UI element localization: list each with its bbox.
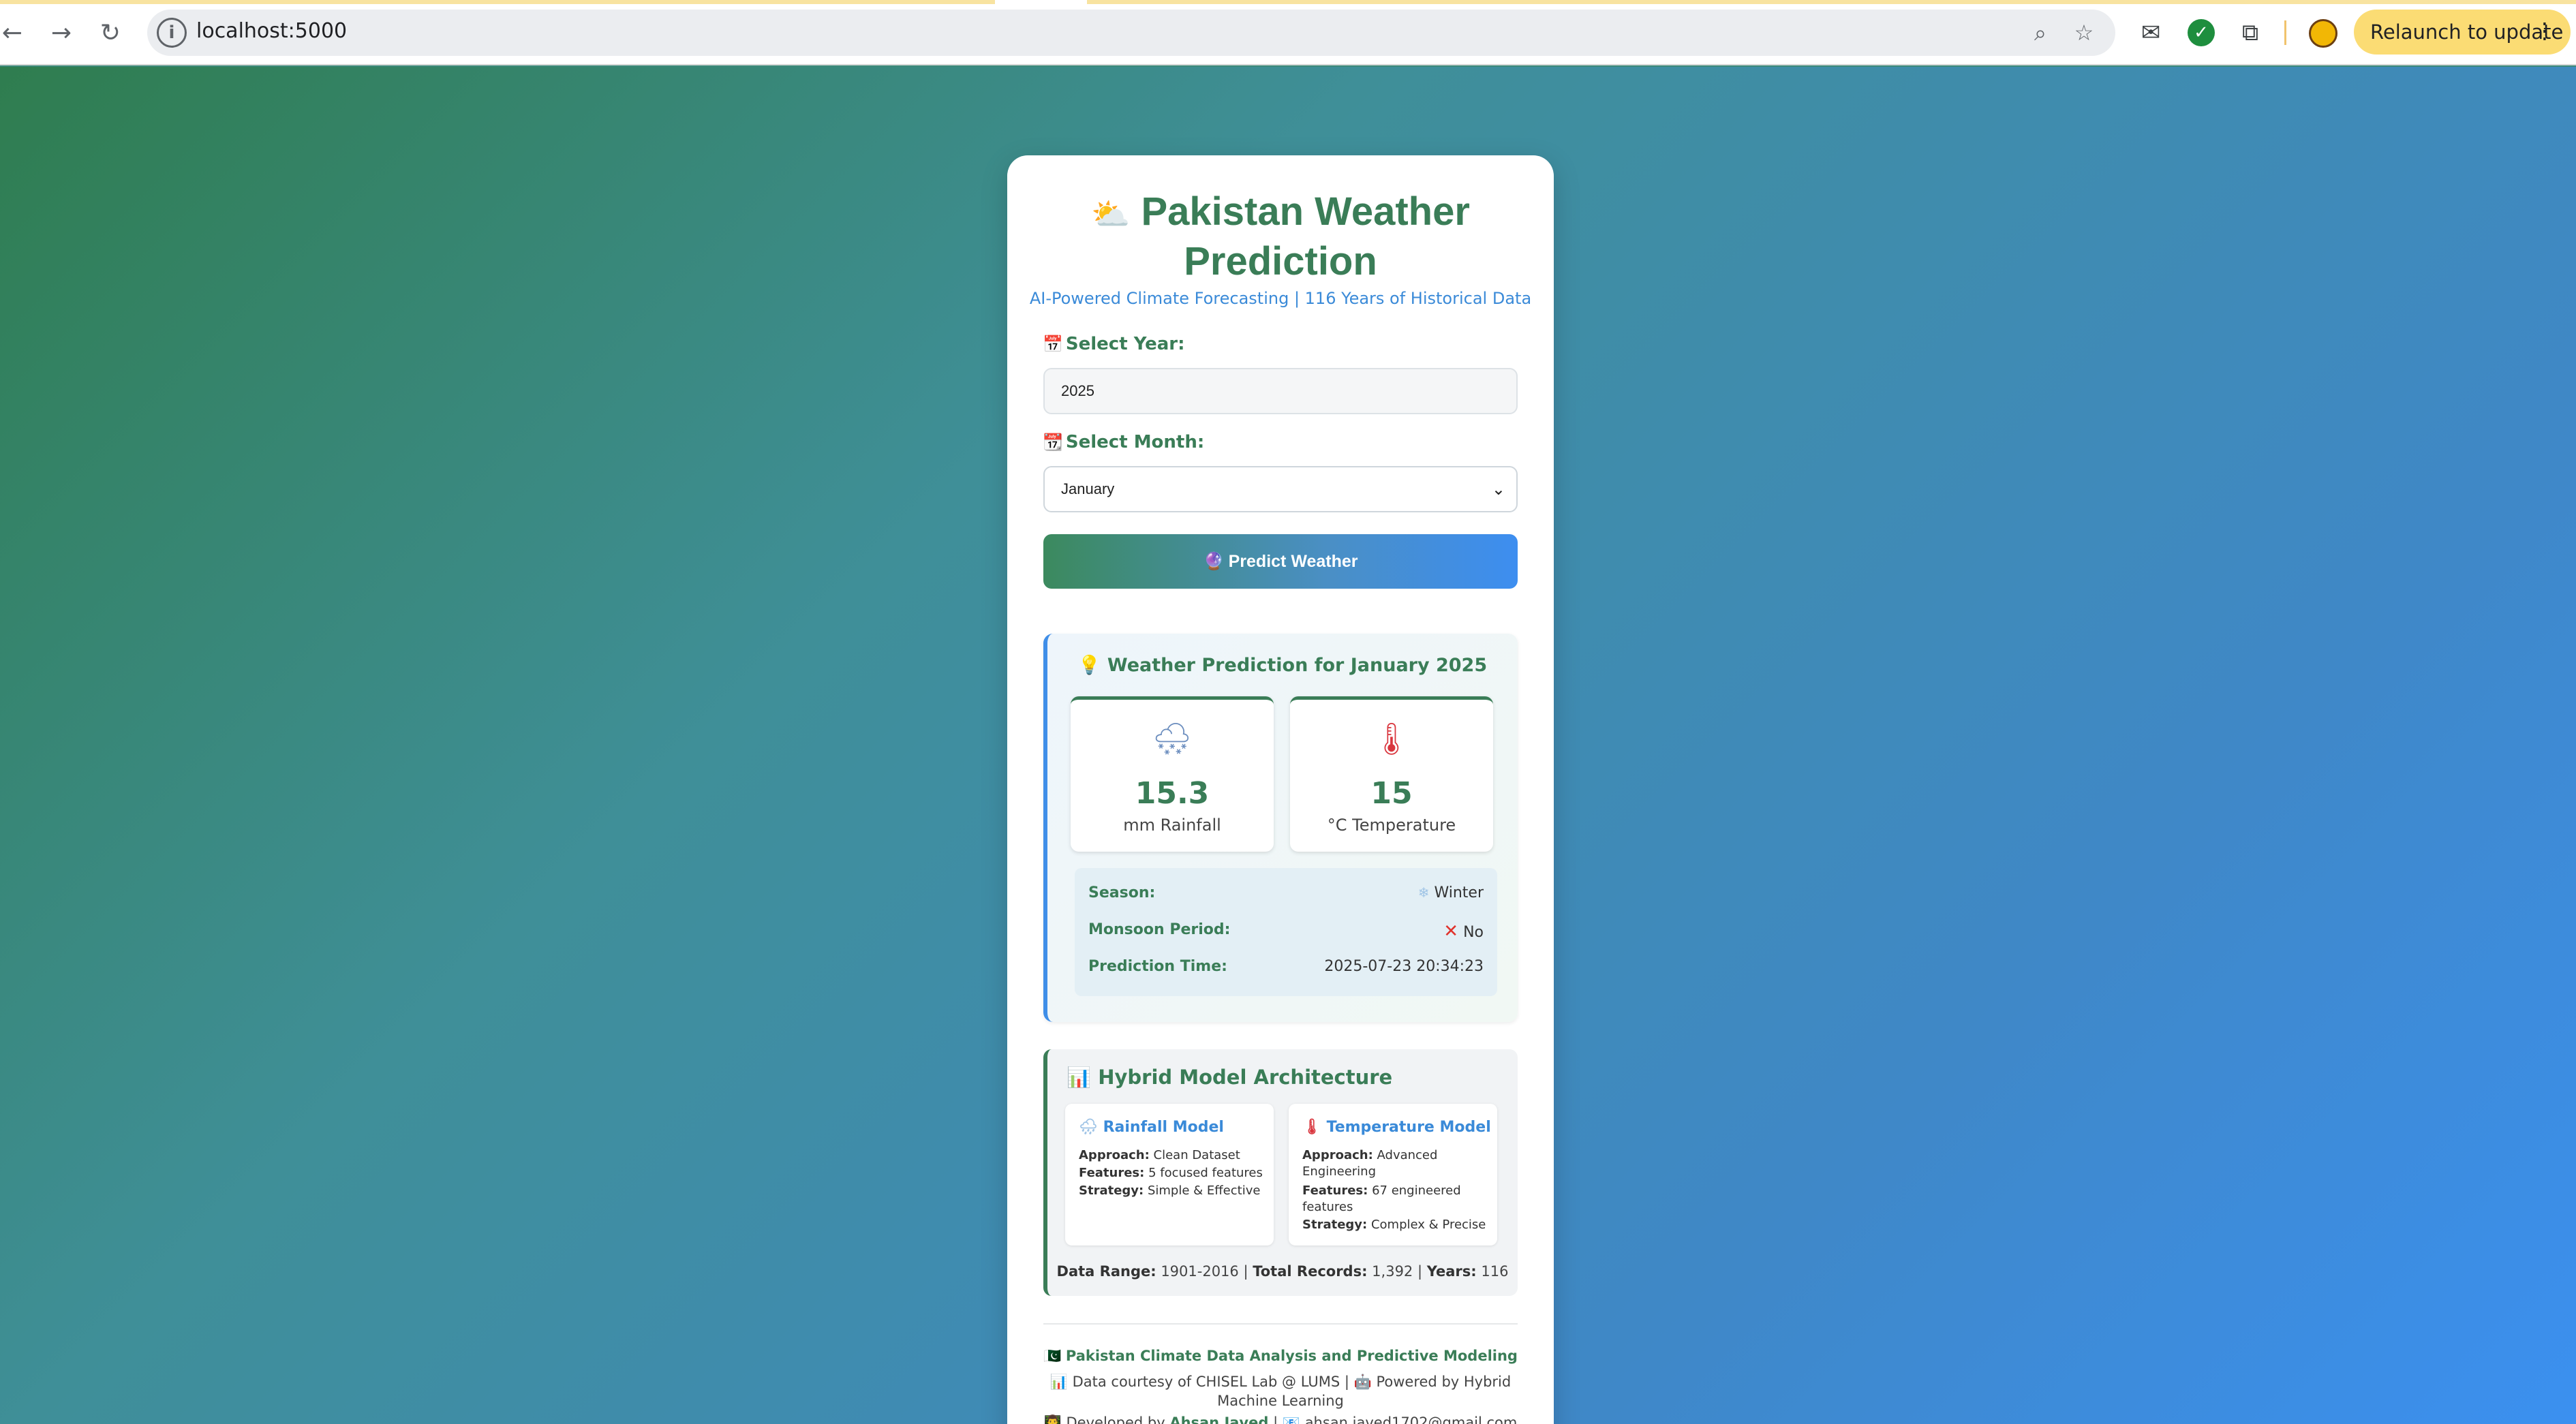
prediction-result-panel: 💡 Weather Prediction for January 2025 🌨 … bbox=[1043, 634, 1518, 1022]
reload-icon[interactable]: ↻ bbox=[91, 14, 129, 52]
thermometer-icon: 🌡 bbox=[1371, 720, 1412, 757]
footer-heading: 🇵🇰 Pakistan Climate Data Analysis and Pr… bbox=[1043, 1348, 1518, 1364]
temperature-metric: 🌡 15 °C Temperature bbox=[1290, 696, 1493, 852]
main-card: ⛅ Pakistan Weather Prediction AI-Powered… bbox=[1007, 155, 1554, 1424]
temperature-model-card: 🌡 Temperature Model Approach: Advanced E… bbox=[1289, 1104, 1497, 1245]
prediction-details: Season: ❄ Winter Monsoon Period: ✕ No Pr… bbox=[1075, 868, 1497, 996]
rain-cloud-icon: 🌨 bbox=[1152, 720, 1193, 757]
crystal-ball-icon: 🔮 bbox=[1203, 551, 1225, 571]
pakistan-flag-icon: 🇵🇰 bbox=[1043, 1348, 1062, 1364]
rainfall-label: mm Rainfall bbox=[1123, 816, 1221, 835]
calendar-icon: 📆 bbox=[1043, 433, 1063, 452]
month-select[interactable]: January ⌄ bbox=[1043, 466, 1518, 512]
year-label: 📅 Select Year: bbox=[1043, 334, 1185, 354]
back-icon[interactable]: ← bbox=[0, 14, 31, 52]
url-text[interactable]: localhost:5000 bbox=[196, 19, 347, 43]
relaunch-button[interactable]: Relaunch to update ⋮ bbox=[2354, 10, 2571, 55]
check-extension-icon[interactable]: ✓ bbox=[2188, 19, 2215, 46]
architecture-title: 📊 Hybrid Model Architecture bbox=[1067, 1066, 1393, 1089]
rainfall-metric: 🌨 15.3 mm Rainfall bbox=[1071, 696, 1274, 852]
bar-chart-icon: 📊 bbox=[1067, 1066, 1092, 1089]
developer-icon: 👨‍💻 bbox=[1043, 1414, 1062, 1424]
forward-icon[interactable]: → bbox=[42, 14, 80, 52]
month-label: 📆 Select Month: bbox=[1043, 432, 1205, 452]
architecture-panel: 📊 Hybrid Model Architecture 🌧 Rainfall M… bbox=[1043, 1049, 1518, 1296]
toolbar-divider bbox=[2284, 20, 2286, 45]
predict-weather-button[interactable]: 🔮 Predict Weather bbox=[1043, 534, 1518, 589]
year-input[interactable]: 2025 bbox=[1043, 368, 1518, 414]
footer-credits: 📊 Data courtesy of CHISEL Lab @ LUMS | 🤖… bbox=[1049, 1374, 1512, 1409]
temperature-value: 15 bbox=[1370, 776, 1413, 811]
calendar-icon: 📅 bbox=[1043, 335, 1063, 354]
month-selected-value: January bbox=[1061, 480, 1115, 497]
rainfall-model-title: 🌧 Rainfall Model bbox=[1079, 1119, 1224, 1136]
bookmark-star-icon[interactable]: ☆ bbox=[2068, 16, 2100, 49]
rainfall-model-card: 🌧 Rainfall Model Approach: Clean Dataset… bbox=[1065, 1104, 1274, 1245]
email-icon: 📧 bbox=[1282, 1414, 1300, 1424]
lightbulb-icon: 💡 bbox=[1077, 655, 1101, 676]
snowflake-icon: ❄ bbox=[1417, 884, 1430, 901]
more-menu-icon[interactable]: ⋮ bbox=[2534, 18, 2556, 44]
extension-icon[interactable]: ✉ bbox=[2133, 15, 2168, 50]
browser-toolbar: ← → ↻ i localhost:5000 ⌕ ☆ ✉ ✓ ⧉ Relaunc… bbox=[0, 0, 2576, 65]
address-bar[interactable]: i localhost:5000 ⌕ ☆ bbox=[147, 10, 2115, 56]
data-summary: Data Range: 1901-2016 | Total Records: 1… bbox=[1056, 1263, 1509, 1280]
sun-behind-cloud-icon: ⛅ bbox=[1091, 196, 1131, 232]
chevron-down-icon: ⌄ bbox=[1491, 480, 1505, 499]
developer-name: Ahsan Javed bbox=[1169, 1414, 1269, 1424]
rain-cloud-icon: 🌧 bbox=[1079, 1119, 1098, 1136]
footer-divider bbox=[1043, 1323, 1518, 1325]
rainfall-value: 15.3 bbox=[1135, 776, 1210, 811]
site-info-icon[interactable]: i bbox=[157, 18, 187, 48]
thermometer-icon: 🌡 bbox=[1302, 1119, 1321, 1136]
puzzle-extensions-icon[interactable]: ⧉ bbox=[2233, 15, 2268, 50]
cross-mark-icon: ✕ bbox=[1443, 921, 1459, 942]
zoom-icon[interactable]: ⌕ bbox=[2024, 16, 2057, 49]
page-title: ⛅ Pakistan Weather Prediction bbox=[1091, 189, 1470, 283]
update-bar bbox=[0, 0, 2576, 4]
footer-developer: 👨‍💻 Developed by Ahsan Javed | 📧 ahsan.j… bbox=[1007, 1413, 1554, 1424]
temperature-label: °C Temperature bbox=[1327, 816, 1456, 835]
result-title: 💡 Weather Prediction for January 2025 bbox=[1077, 655, 1488, 676]
bar-chart-icon: 📊 bbox=[1049, 1374, 1068, 1390]
page-background: ⛅ Pakistan Weather Prediction AI-Powered… bbox=[0, 67, 2576, 1424]
temperature-model-title: 🌡 Temperature Model bbox=[1302, 1119, 1491, 1136]
page-subtitle: AI-Powered Climate Forecasting | 116 Yea… bbox=[1029, 289, 1532, 308]
developer-email[interactable]: ahsan.javed1702@gmail.com bbox=[1305, 1414, 1518, 1424]
profile-avatar[interactable] bbox=[2309, 19, 2337, 48]
robot-icon: 🤖 bbox=[1353, 1374, 1372, 1390]
